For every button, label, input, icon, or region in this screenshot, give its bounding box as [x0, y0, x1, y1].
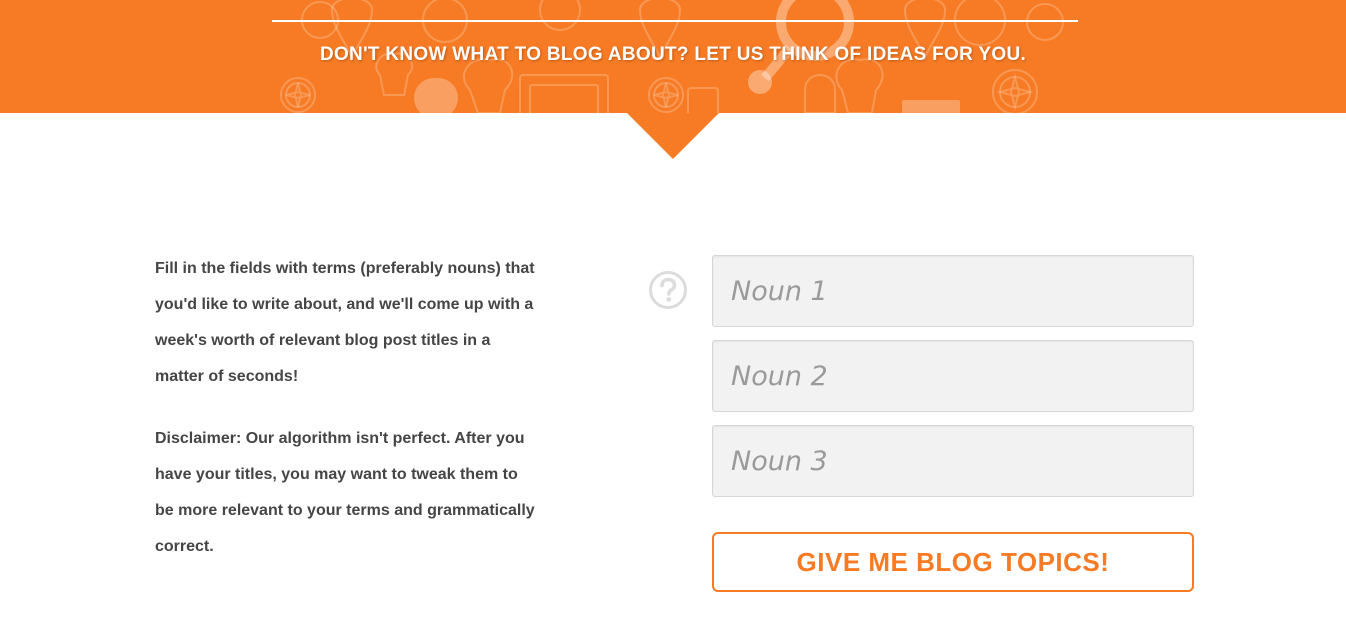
banner-divider	[272, 20, 1078, 22]
compass-icon	[648, 77, 684, 113]
pill-shape	[414, 78, 458, 113]
question-circle-icon[interactable]	[648, 270, 688, 310]
give-me-blog-topics-button[interactable]: GIVE ME BLOG TOPICS!	[712, 532, 1194, 592]
block-shape	[902, 100, 960, 113]
noun-1-input[interactable]	[712, 255, 1194, 327]
noun-2-input[interactable]	[712, 340, 1194, 412]
banner-pointer-arrow	[627, 113, 719, 159]
disclaimer-paragraph: Disclaimer: Our algorithm isn't perfect.…	[155, 430, 535, 555]
frame-icon	[519, 74, 719, 113]
compass-icon	[280, 77, 316, 113]
circle-outline	[301, 0, 1064, 46]
banner-title: DON'T KNOW WHAT TO BLOG ABOUT? LET US TH…	[319, 44, 1027, 65]
magnifier-icon	[761, 0, 854, 82]
intro-paragraph: Fill in the fields with terms (preferabl…	[155, 260, 535, 385]
header-banner: DON'T KNOW WHAT TO BLOG ABOUT? LET US TH…	[0, 0, 1346, 113]
compass-icon	[992, 69, 1038, 113]
noun-3-input[interactable]	[712, 425, 1194, 497]
